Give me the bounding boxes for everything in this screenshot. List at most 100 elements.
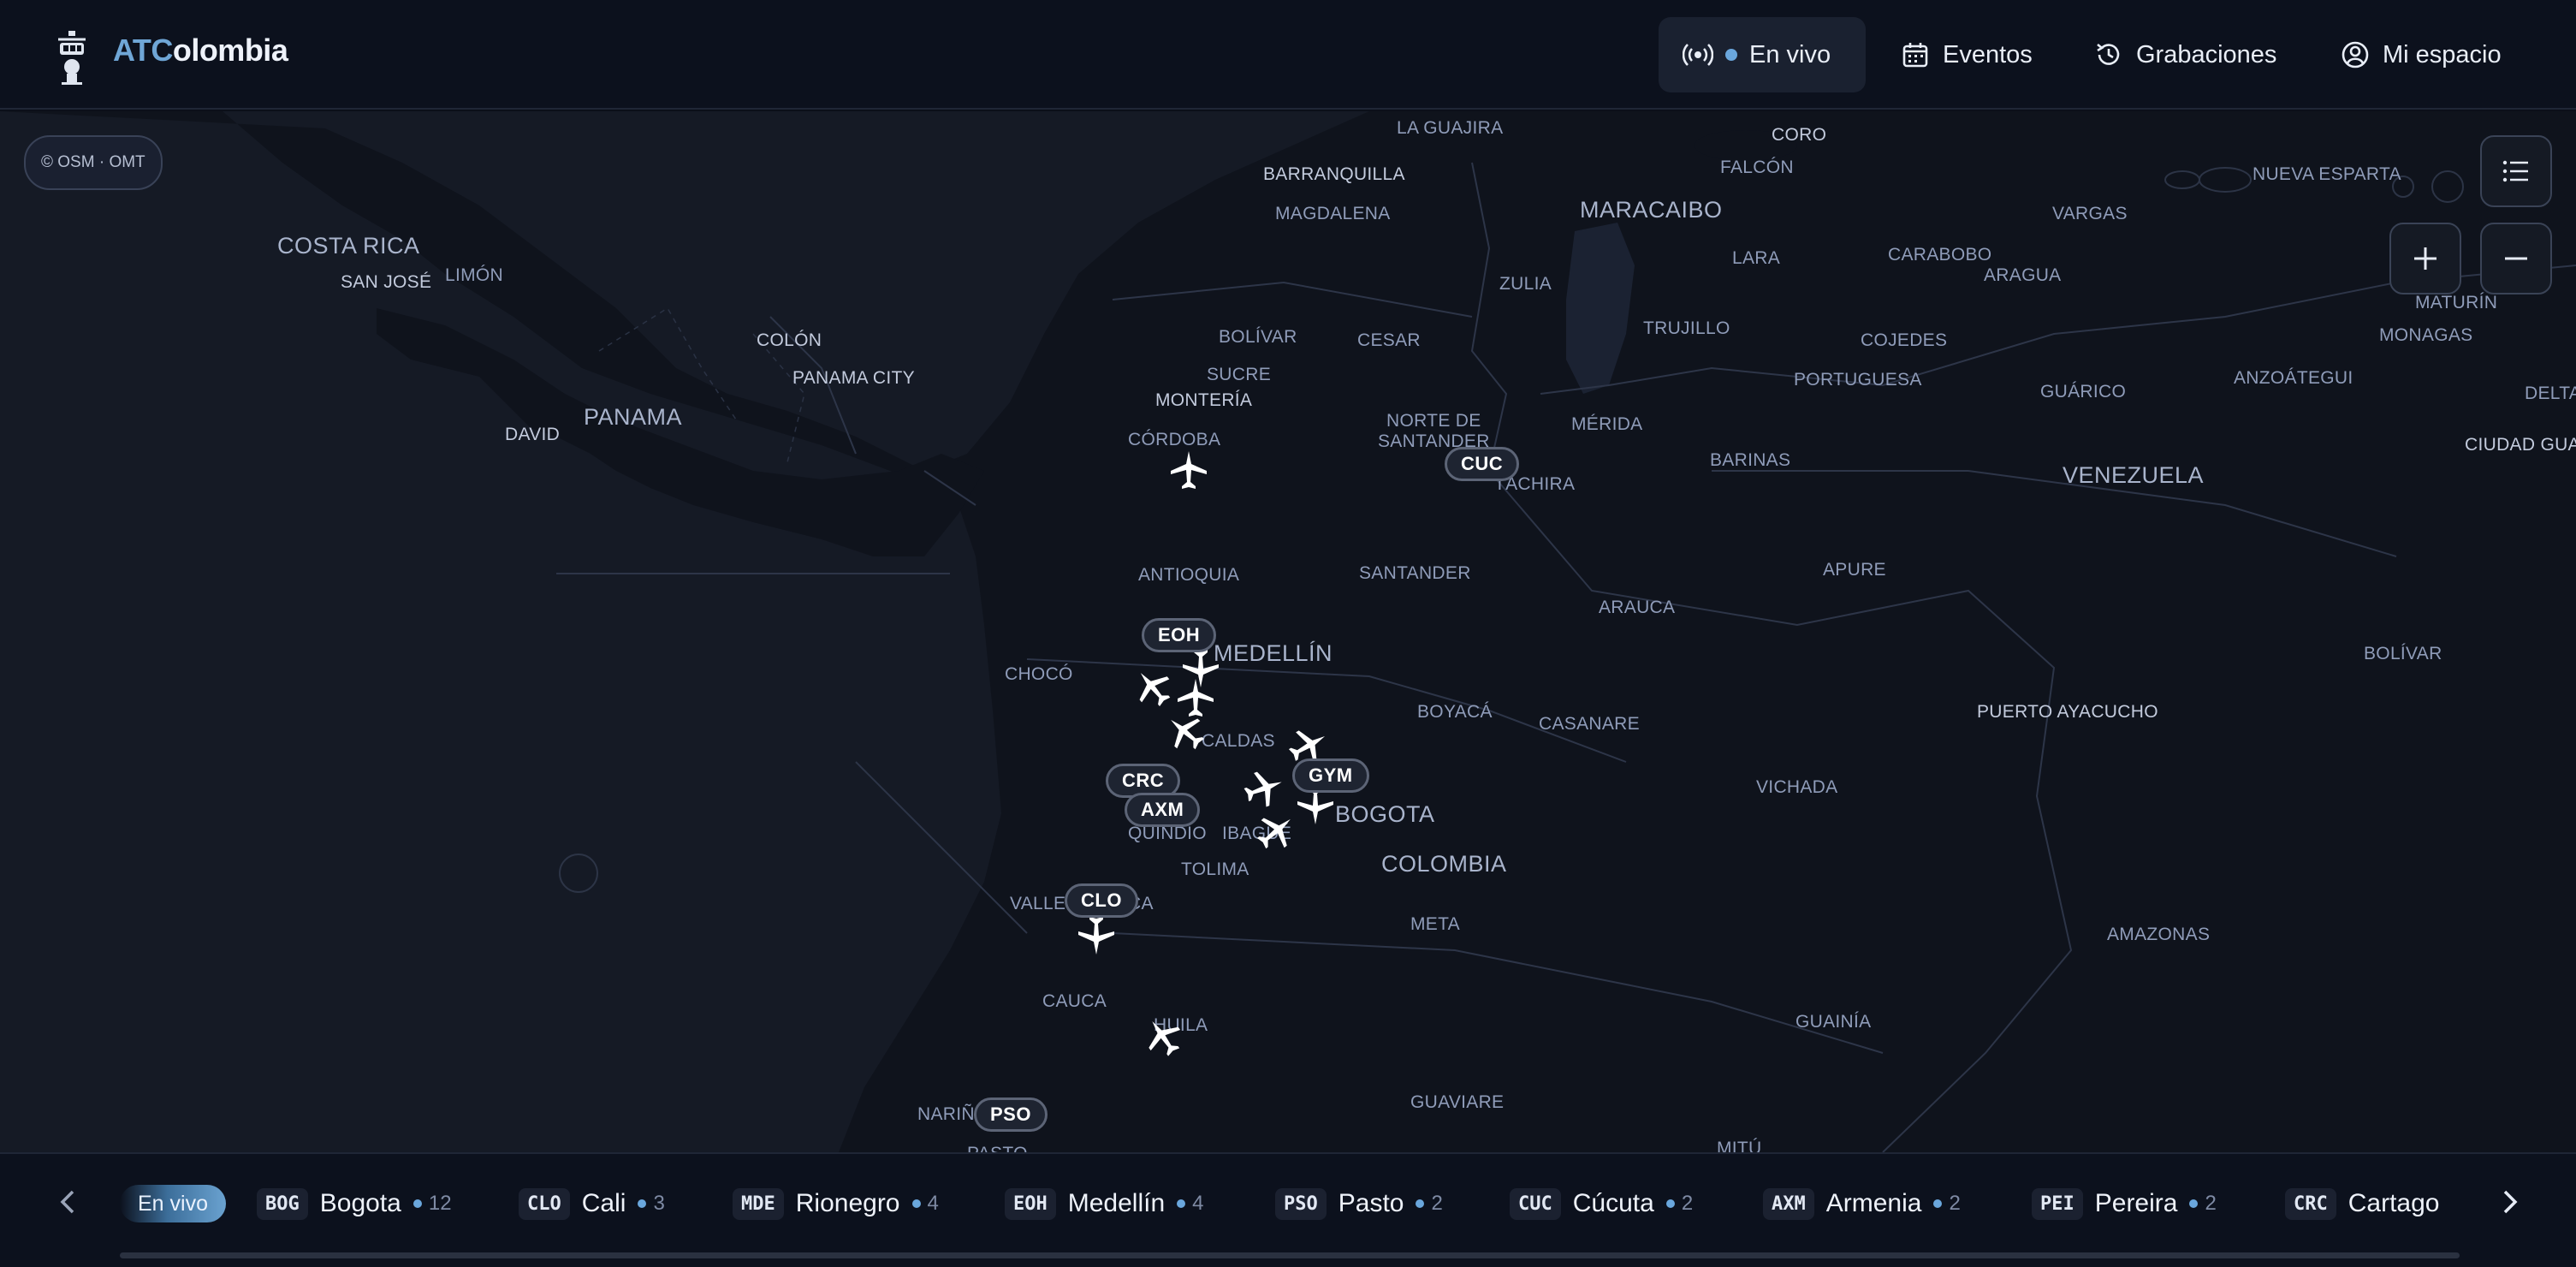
station-code: MDE	[733, 1187, 784, 1220]
map-label: PASTO	[967, 1144, 1028, 1152]
map-label: TOLIMA	[1181, 860, 1249, 879]
station-crc[interactable]: CRC Cartago	[2285, 1185, 2448, 1222]
brand-part-1: ATC	[113, 33, 173, 68]
map-label: COLÓN	[757, 330, 822, 350]
map-label: LA GUAJIRA	[1397, 118, 1504, 138]
station-code: PEI	[2032, 1187, 2083, 1220]
zoom-out-button[interactable]	[2480, 223, 2552, 294]
app-header: ATColombia En vivo Eventos Grabaciones M…	[0, 0, 2576, 110]
station-scrollbar[interactable]	[120, 1252, 2460, 1258]
minus-icon	[2505, 257, 2527, 260]
map-label: LIMÓN	[445, 265, 504, 285]
control-tower-logo-icon[interactable]	[50, 29, 94, 86]
station-bog[interactable]: BOG Bogota 12	[257, 1185, 452, 1222]
nav-mi-espacio[interactable]: Mi espacio	[2316, 17, 2526, 92]
map-label: MITÚ	[1717, 1139, 1762, 1152]
station-city: Cali	[581, 1189, 626, 1217]
broadcast-icon	[1683, 44, 1713, 66]
map-label: MÉRIDA	[1571, 414, 1643, 434]
station-city: Cartago	[2347, 1189, 2440, 1217]
map-label: MONAGAS	[2379, 325, 2473, 345]
map-label: CORO	[1772, 125, 1827, 145]
airport-marker-eoh[interactable]: EOH	[1142, 618, 1217, 652]
nav-grabaciones[interactable]: Grabaciones	[2069, 17, 2300, 92]
map-base-geometry	[0, 111, 2576, 1152]
nav-label: En vivo	[1749, 40, 1831, 68]
airport-marker-pso[interactable]: PSO	[974, 1097, 1048, 1132]
map-label: VALLE	[1010, 894, 1066, 913]
live-dot	[1725, 49, 1737, 61]
aircraft-icon[interactable]	[1075, 914, 1118, 957]
station-city: Bogota	[319, 1189, 401, 1217]
map-attribution[interactable]: © OSM · OMT	[24, 135, 163, 190]
map-label: FALCÓN	[1720, 158, 1794, 177]
station-count: 2	[2189, 1192, 2217, 1216]
map-label: CIUDAD GUAY	[2465, 435, 2576, 455]
plus-icon	[2414, 247, 2437, 270]
map-label: CARABOBO	[1888, 245, 1992, 265]
map-label: SANTANDER	[1359, 563, 1471, 583]
station-count: 4	[1177, 1192, 1204, 1216]
station-city: Pereira	[2094, 1189, 2178, 1217]
map-label: ANTIOQUIA	[1138, 565, 1240, 585]
list-toggle-button[interactable]	[2480, 135, 2552, 207]
history-icon	[2097, 43, 2120, 65]
map-label: GUAINÍA	[1795, 1012, 1872, 1032]
airport-marker-gym[interactable]: GYM	[1292, 758, 1369, 793]
station-axm[interactable]: AXM Armenia 2	[1763, 1185, 1961, 1222]
station-pei[interactable]: PEI Pereira 2	[2032, 1185, 2217, 1222]
app-brand[interactable]: ATColombia	[113, 33, 288, 68]
station-count: 4	[911, 1192, 939, 1216]
airport-marker-axm[interactable]: AXM	[1125, 793, 1201, 827]
map-label: MONTERÍA	[1155, 390, 1253, 410]
map-label: CAUCA	[1042, 991, 1107, 1011]
map-label: PUERTO AYACUCHO	[1977, 702, 2158, 722]
station-eoh[interactable]: EOH Medellín 4	[1005, 1185, 1204, 1222]
chevron-left-icon[interactable]	[51, 1185, 86, 1219]
nav-en-vivo[interactable]: En vivo	[1659, 17, 1866, 92]
map-label: BOYACÁ	[1417, 702, 1493, 722]
live-map[interactable]: LA GUAJIRA CORO BARRANQUILLA FALCÓN MAGD…	[0, 111, 2576, 1152]
airport-marker-cuc[interactable]: CUC	[1445, 447, 1520, 481]
map-label: CASANARE	[1539, 714, 1640, 734]
nav-label: Mi espacio	[2383, 40, 2502, 68]
station-code: EOH	[1005, 1187, 1056, 1220]
nav-label: Eventos	[1943, 40, 2033, 68]
station-mde[interactable]: MDE Rionegro 4	[733, 1185, 939, 1222]
station-count: 2	[1416, 1192, 1443, 1216]
list-icon	[2502, 160, 2528, 182]
station-city: Medellín	[1067, 1189, 1166, 1217]
map-label: VICHADA	[1756, 777, 1838, 797]
map-label: ANZOÁTEGUI	[2234, 368, 2353, 388]
map-label: COLOMBIA	[1381, 851, 1507, 877]
map-label: ARAUCA	[1599, 598, 1676, 617]
nav-eventos[interactable]: Eventos	[1876, 17, 2057, 92]
station-city: Rionegro	[795, 1189, 900, 1217]
station-count: 2	[1933, 1192, 1961, 1216]
map-label: BARRANQUILLA	[1263, 164, 1405, 184]
aircraft-icon[interactable]	[1167, 449, 1210, 491]
map-label: COJEDES	[1861, 330, 1948, 350]
station-count: 3	[638, 1192, 665, 1216]
airport-marker-clo[interactable]: CLO	[1065, 883, 1138, 918]
map-label: LARA	[1732, 248, 1781, 268]
station-clo[interactable]: CLO Cali 3	[519, 1185, 665, 1222]
live-chip[interactable]: En vivo	[120, 1185, 226, 1222]
chevron-right-icon[interactable]	[2492, 1185, 2526, 1219]
station-code: CRC	[2285, 1187, 2336, 1220]
station-pso[interactable]: PSO Pasto 2	[1275, 1185, 1443, 1222]
station-cuc[interactable]: CUC Cúcuta 2	[1510, 1185, 1693, 1222]
map-label: TRUJILLO	[1643, 318, 1730, 338]
map-label: BOLÍVAR	[1219, 327, 1297, 347]
map-label: BOGOTA	[1335, 801, 1435, 827]
map-label: COSTA RICA	[277, 233, 420, 259]
station-code: CUC	[1510, 1187, 1561, 1220]
zoom-in-button[interactable]	[2389, 223, 2461, 294]
aircraft-icon[interactable]	[1179, 647, 1222, 690]
station-city: Armenia	[1825, 1189, 1922, 1217]
station-code: AXM	[1763, 1187, 1814, 1220]
map-label: PANAMA	[584, 404, 683, 430]
map-label: CESAR	[1357, 330, 1421, 350]
brand-part-2: olombia	[172, 33, 288, 68]
map-label: NORTE DE	[1386, 411, 1481, 431]
